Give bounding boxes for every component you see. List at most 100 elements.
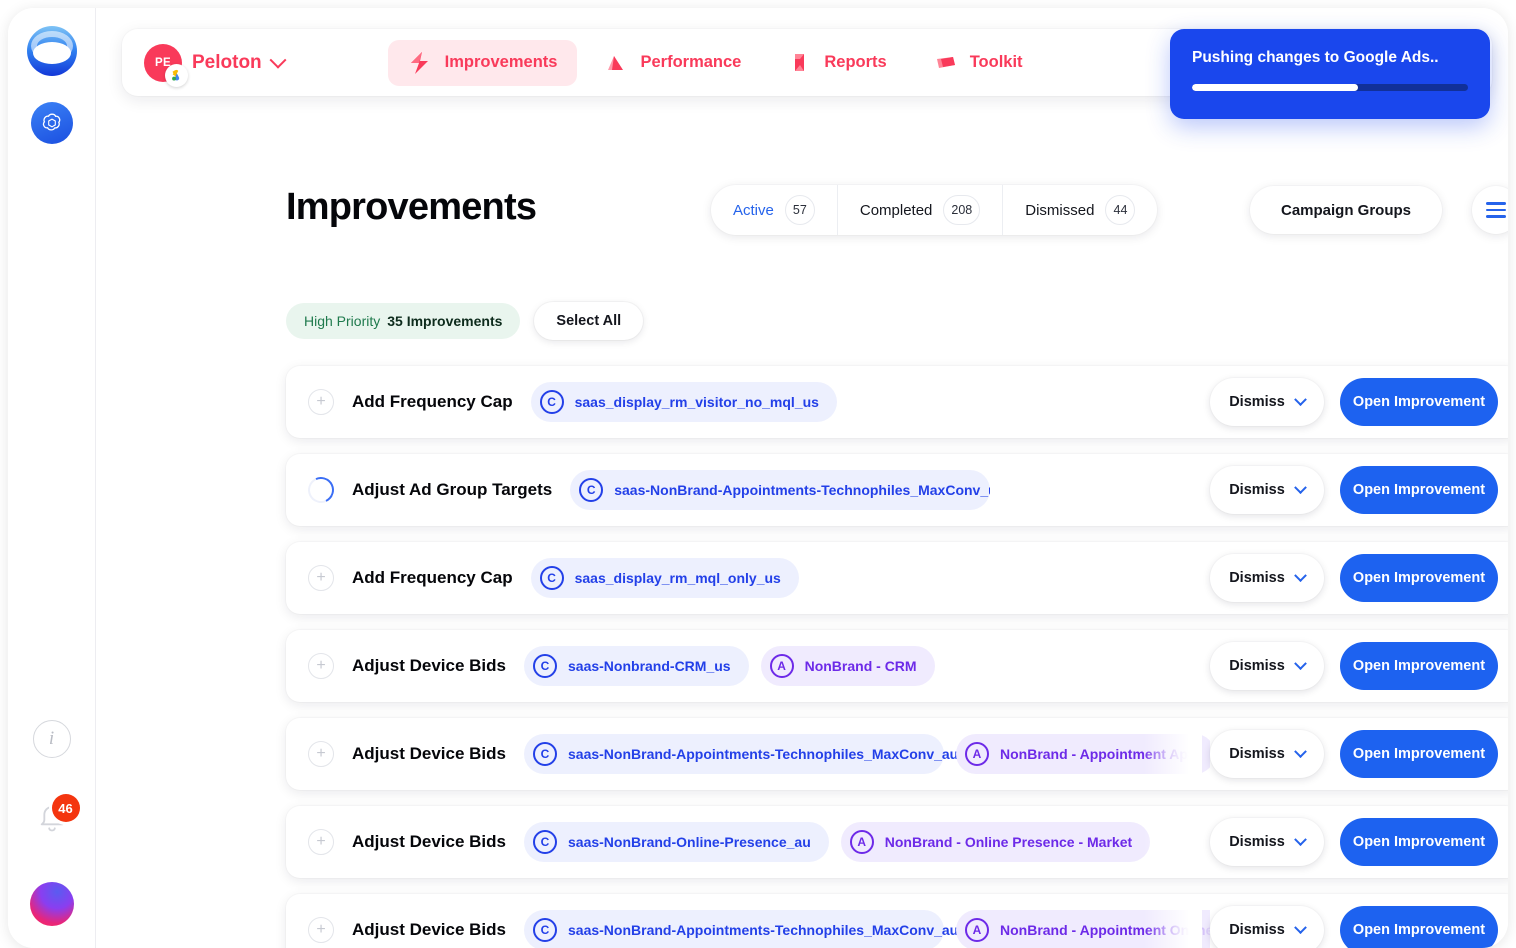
dismiss-button[interactable]: Dismiss xyxy=(1210,378,1324,426)
dismiss-button[interactable]: Dismiss xyxy=(1210,730,1324,778)
plus-circle-icon[interactable]: + xyxy=(308,389,334,415)
entity-chips: Csaas_display_rm_visitor_no_mql_us xyxy=(530,382,837,422)
improvement-title: Adjust Device Bids xyxy=(352,920,506,939)
improvement-row[interactable]: Adjust Ad Group Targets Csaas-NonBrand-Ap… xyxy=(286,454,1508,526)
improvements-bolt-icon xyxy=(408,51,434,75)
account-avatar: PE xyxy=(144,43,188,87)
campaign-chip[interactable]: Csaas_display_rm_mql_only_us xyxy=(530,558,799,598)
push-status-toast: Pushing changes to Google Ads.. xyxy=(1170,29,1490,119)
lens-logo-icon[interactable] xyxy=(26,26,77,76)
open-improvement-button[interactable]: Open Improvement xyxy=(1340,466,1498,514)
improvement-row[interactable]: + Adjust Device Bids Csaas-NonBrand-Online… xyxy=(286,806,1508,878)
dismiss-button[interactable]: Dismiss xyxy=(1210,642,1324,690)
avatar[interactable] xyxy=(29,882,74,926)
campaign-groups-button[interactable]: Campaign Groups xyxy=(1249,186,1442,234)
row-actions: Dismiss Open Improvement xyxy=(1210,642,1498,690)
tab-completed[interactable]: Completed 208 xyxy=(836,185,1002,235)
improvement-row[interactable]: + Add Frequency Cap Csaas_display_rm_visit… xyxy=(286,366,1508,438)
entity-chips: Csaas-Nonbrand-CRM_us A NonBrand - CRM xyxy=(524,646,935,686)
chevron-down-icon xyxy=(1293,480,1307,494)
dismiss-button[interactable]: Dismiss xyxy=(1210,466,1324,514)
chip-label: NonBrand - Online Presence - Market xyxy=(884,834,1133,850)
dismiss-button[interactable]: Dismiss xyxy=(1210,906,1324,948)
improvement-title: Adjust Device Bids xyxy=(352,656,506,675)
improvement-title: Adjust Ad Group Targets xyxy=(352,480,553,499)
plus-circle-icon[interactable]: + xyxy=(308,741,334,767)
spinner-icon xyxy=(304,473,338,507)
select-all-button[interactable]: Select All xyxy=(534,302,644,340)
dismiss-button[interactable]: Dismiss xyxy=(1210,818,1324,866)
improvement-title: Add Frequency Cap xyxy=(352,392,513,411)
entity-chips: Csaas-NonBrand-Online-Presence_au A NonBra… xyxy=(524,822,1151,862)
nav-item-improvements[interactable]: Improvements xyxy=(387,39,578,86)
plus-circle-icon[interactable]: + xyxy=(308,829,334,855)
chip-label: saas-NonBrand-Appointments-Technophiles_… xyxy=(568,746,959,762)
campaign-chip[interactable]: Csaas-Nonbrand-CRM_us xyxy=(524,646,749,686)
tab-completed-count: 208 xyxy=(943,195,981,225)
rail-bottom-group: i 46 xyxy=(29,720,80,926)
chevron-down-icon xyxy=(1293,392,1307,406)
open-improvement-button[interactable]: Open Improvement xyxy=(1340,906,1498,948)
dismiss-button[interactable]: Dismiss xyxy=(1210,554,1324,602)
tab-dismissed[interactable]: Dismissed 44 xyxy=(1002,185,1157,235)
notifications-button[interactable]: 46 xyxy=(32,794,80,840)
row-actions: Dismiss Open Improvement xyxy=(1210,730,1498,778)
chip-label: saas-NonBrand-Online-Presence_au xyxy=(568,834,811,850)
nav-label-reports: Reports xyxy=(824,53,887,71)
chip-overflow-fade xyxy=(1144,543,1202,613)
left-rail: i 46 xyxy=(8,8,96,948)
open-improvement-button[interactable]: Open Improvement xyxy=(1340,642,1498,690)
open-improvement-button[interactable]: Open Improvement xyxy=(1340,730,1498,778)
chip-label: saas_display_rm_visitor_no_mql_us xyxy=(574,394,819,410)
hamburger-menu-icon[interactable] xyxy=(1472,186,1508,234)
open-improvement-button[interactable]: Open Improvement xyxy=(1340,378,1498,426)
campaign-chip[interactable]: Csaas-NonBrand-Appointments-Technophiles… xyxy=(570,470,991,510)
hamburger-line xyxy=(1486,208,1506,212)
plus-circle-icon[interactable]: + xyxy=(308,653,334,679)
nav-item-toolkit[interactable]: Toolkit xyxy=(913,40,1043,86)
chip-overflow-fade xyxy=(1144,367,1202,437)
dismiss-label: Dismiss xyxy=(1229,394,1285,410)
toolkit-icon xyxy=(933,51,959,75)
tab-completed-label: Completed xyxy=(859,201,933,219)
improvement-row[interactable]: + Add Frequency Cap Csaas_display_rm_mql_o… xyxy=(286,542,1508,614)
adgroup-badge-icon: A xyxy=(769,654,794,678)
adgroup-chip[interactable]: A NonBrand - Appointment Online xyxy=(956,910,1210,948)
improvement-row[interactable]: + Adjust Device Bids Csaas-Nonbrand-CRM_us… xyxy=(286,630,1508,702)
campaign-chip[interactable]: Csaas-NonBrand-Online-Presence_au xyxy=(524,822,829,862)
campaign-chip[interactable]: Csaas_display_rm_visitor_no_mql_us xyxy=(530,382,837,422)
adgroup-chip[interactable]: A NonBrand - CRM xyxy=(760,646,935,686)
main-nav: Improvements Performance Reports Toolkit xyxy=(387,39,1043,86)
improvement-row[interactable]: + Adjust Device Bids Csaas-NonBrand-Appoin… xyxy=(286,894,1508,948)
row-actions: Dismiss Open Improvement xyxy=(1210,818,1498,866)
campaign-chip[interactable]: Csaas-NonBrand-Appointments-Technophiles… xyxy=(524,910,958,948)
tab-dismissed-label: Dismissed xyxy=(1025,201,1095,219)
adgroup-chip[interactable]: A NonBrand - Online Presence - Market xyxy=(840,822,1151,862)
filter-row: High Priority 35 Improvements Select All xyxy=(286,302,644,340)
open-improvement-button[interactable]: Open Improvement xyxy=(1340,554,1498,602)
row-actions: Dismiss Open Improvement xyxy=(1210,466,1498,514)
chevron-down-icon xyxy=(1293,656,1307,670)
chip-overflow-fade xyxy=(1144,631,1202,701)
high-priority-pill[interactable]: High Priority 35 Improvements xyxy=(286,303,521,339)
performance-icon xyxy=(603,51,629,75)
campaign-chip[interactable]: Csaas-NonBrand-Appointments-Technophiles… xyxy=(524,734,958,774)
improvement-row[interactable]: + Adjust Device Bids Csaas-NonBrand-Appoin… xyxy=(286,718,1508,790)
tab-active[interactable]: Active 57 xyxy=(711,185,837,235)
main-area: PE Peloton Improvements Performance Repo… xyxy=(96,8,1508,948)
rail-top-group xyxy=(26,26,77,144)
plus-circle-icon[interactable]: + xyxy=(308,565,334,591)
priority-count: 35 Improvements xyxy=(387,313,503,329)
account-switcher[interactable]: PE Peloton xyxy=(144,43,287,87)
adgroup-chip[interactable]: A NonBrand - Appointment App xyxy=(956,734,1210,774)
app-window: i 46 PE Peloton Improvements Performance… xyxy=(8,8,1508,948)
notification-badge: 46 xyxy=(51,794,80,822)
plus-circle-icon[interactable]: + xyxy=(308,917,334,943)
nav-item-performance[interactable]: Performance xyxy=(583,40,761,86)
chevron-down-icon xyxy=(1293,744,1307,758)
chevron-down-icon xyxy=(1293,568,1307,582)
open-improvement-button[interactable]: Open Improvement xyxy=(1340,818,1498,866)
nav-item-reports[interactable]: Reports xyxy=(767,40,906,86)
openai-logo-icon[interactable] xyxy=(30,102,73,144)
info-circle-icon[interactable]: i xyxy=(32,720,71,758)
